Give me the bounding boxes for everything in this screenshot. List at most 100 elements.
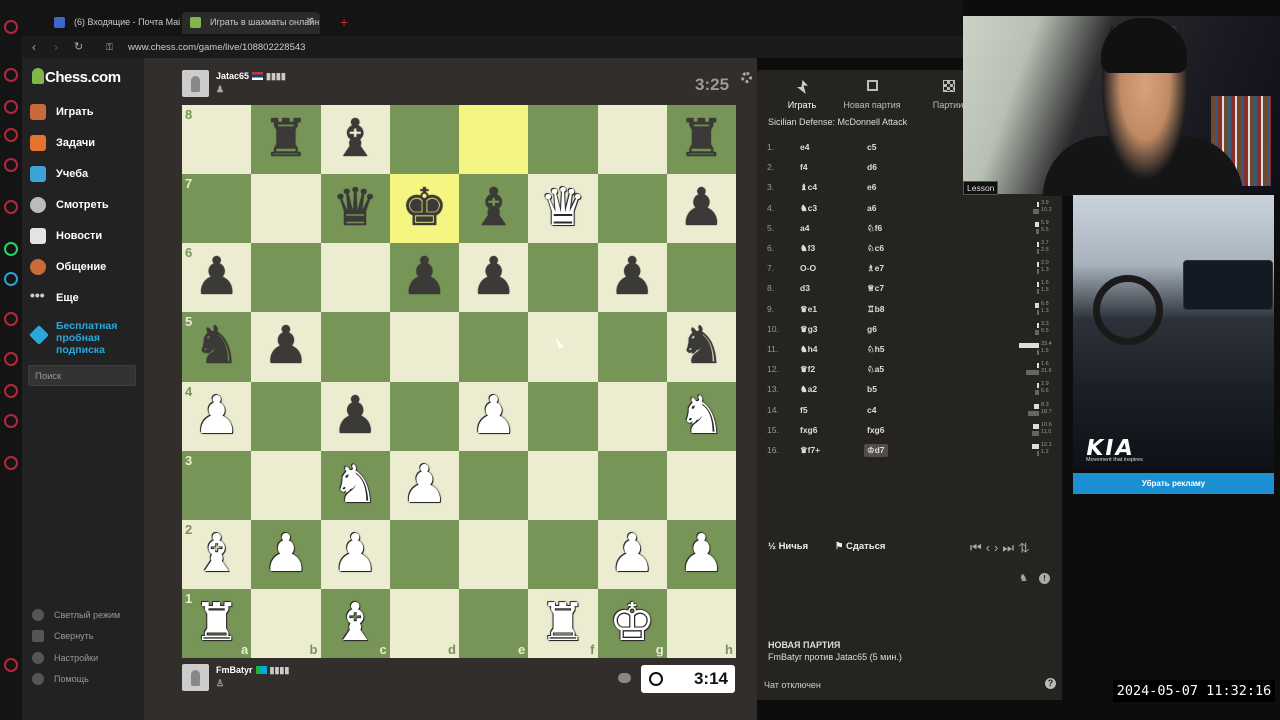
black-rook-piece[interactable]: ♜ — [667, 105, 736, 174]
tab-chess[interactable]: Играть в шахматы онлайн ✕ — [182, 12, 320, 34]
white-queen-piece[interactable]: ♛ — [528, 174, 597, 243]
white-bishop-piece[interactable]: ♝ — [321, 589, 390, 658]
square-g5[interactable] — [597, 312, 667, 382]
white-move[interactable]: ♞a2 — [800, 384, 817, 395]
black-queen-piece[interactable]: ♛ — [321, 174, 390, 243]
square-c5[interactable] — [320, 312, 390, 382]
square-g6[interactable]: ♟ — [597, 243, 667, 313]
white-pawn-piece[interactable]: ♟ — [321, 520, 390, 589]
square-d3[interactable]: ♟ — [389, 450, 459, 520]
black-pawn-piece[interactable]: ♟ — [459, 243, 528, 312]
top-player-name[interactable]: Jatac65 — [216, 71, 249, 81]
square-a8[interactable]: 8 — [182, 105, 252, 175]
white-pawn-piece[interactable]: ♟ — [459, 382, 528, 451]
white-move[interactable]: ♞f3 — [800, 243, 815, 254]
square-a3[interactable]: 3 — [182, 450, 252, 520]
draw-button[interactable]: ½ Ничья — [768, 541, 820, 552]
square-a6[interactable]: 6 ♟ — [182, 243, 252, 313]
nav-social[interactable]: Общение — [30, 257, 106, 277]
url-field[interactable]: www.chess.com/game/live/108802228543 — [128, 42, 305, 53]
nav-play[interactable]: Играть — [30, 102, 93, 122]
square-a7[interactable]: 7 — [182, 174, 252, 244]
nav-watch[interactable]: Смотреть — [30, 195, 109, 215]
sidebar-app-icon[interactable] — [4, 658, 18, 672]
black-pawn-piece[interactable]: ♟ — [182, 243, 251, 312]
square-h4[interactable]: ♞ — [666, 381, 736, 451]
free-trial-link[interactable]: Бесплатная пробная подписка — [56, 320, 136, 356]
square-c8[interactable]: ♝ — [320, 105, 390, 175]
square-c3[interactable]: ♞ — [320, 450, 390, 520]
white-move[interactable]: e4 — [800, 142, 809, 152]
black-move[interactable]: ♕c7 — [867, 283, 884, 294]
avatar[interactable] — [182, 70, 209, 97]
square-d5[interactable] — [389, 312, 459, 382]
white-move[interactable]: ♞h4 — [800, 344, 818, 355]
white-move[interactable]: d3 — [800, 283, 810, 293]
white-move[interactable]: ♞c3 — [800, 203, 817, 214]
nav-puzzles[interactable]: Задачи — [30, 133, 95, 153]
square-f2[interactable] — [528, 519, 598, 589]
white-rook-piece[interactable]: ♜ — [528, 589, 597, 658]
white-move[interactable]: f5 — [800, 405, 808, 415]
square-h7[interactable]: ♟ — [666, 174, 736, 244]
square-b5[interactable]: ♟ — [251, 312, 321, 382]
square-f1[interactable]: f ♜ — [528, 588, 598, 658]
sidebar-app-icon[interactable] — [4, 68, 18, 82]
black-pawn-piece[interactable]: ♟ — [251, 312, 320, 381]
black-rook-piece[interactable]: ♜ — [251, 105, 320, 174]
sidebar-app-icon[interactable] — [4, 20, 18, 34]
black-move[interactable]: ♘c6 — [867, 243, 884, 254]
square-c6[interactable] — [320, 243, 390, 313]
white-move[interactable]: ♛f2 — [800, 364, 815, 375]
square-h2[interactable]: ♟ — [666, 519, 736, 589]
square-c2[interactable]: ♟ — [320, 519, 390, 589]
sidebar-app-icon[interactable] — [4, 414, 18, 428]
black-bishop-piece[interactable]: ♝ — [321, 105, 390, 174]
ad-banner[interactable] — [1073, 195, 1274, 471]
analysis-icon[interactable]: ♞ — [1019, 573, 1028, 584]
white-rook-piece[interactable]: ♜ — [182, 589, 251, 658]
square-g3[interactable] — [597, 450, 667, 520]
square-g1[interactable]: g ♚ — [597, 588, 667, 658]
white-move[interactable]: ♛e1 — [800, 304, 817, 315]
nav-learn[interactable]: Учеба — [30, 164, 88, 184]
settings-button[interactable]: Настройки — [32, 651, 98, 665]
square-h6[interactable] — [666, 243, 736, 313]
white-pawn-piece[interactable]: ♟ — [182, 382, 251, 451]
square-f7[interactable]: ♛ — [528, 174, 598, 244]
black-move[interactable]: ♘f6 — [867, 223, 882, 234]
black-move[interactable]: d6 — [867, 162, 877, 172]
sidebar-app-icon[interactable] — [4, 158, 18, 172]
black-move[interactable]: ♔d7 — [864, 444, 888, 457]
square-e8[interactable] — [459, 105, 529, 175]
black-pawn-piece[interactable]: ♟ — [667, 174, 736, 243]
black-move[interactable]: g6 — [867, 324, 877, 334]
square-c4[interactable]: ♟ — [320, 381, 390, 451]
square-e7[interactable]: ♝ — [459, 174, 529, 244]
square-e6[interactable]: ♟ — [459, 243, 529, 313]
square-d8[interactable] — [389, 105, 459, 175]
sidebar-app-icon[interactable] — [4, 352, 18, 366]
move-nav[interactable]: ⏮‹›⏭⇅ — [970, 540, 1034, 556]
white-move[interactable]: ♛g3 — [800, 324, 818, 335]
light-mode-toggle[interactable]: Светлый режим — [32, 608, 120, 622]
square-b7[interactable] — [251, 174, 321, 244]
opening-name[interactable]: Sicilian Defense: McDonnell Attack — [768, 117, 907, 127]
back-icon[interactable]: ‹ — [32, 40, 36, 54]
black-move[interactable]: ♘a5 — [867, 364, 884, 375]
new-tab-icon[interactable]: + — [340, 14, 348, 30]
black-pawn-piece[interactable]: ♟ — [598, 243, 667, 312]
help-icon[interactable]: ? — [1045, 678, 1056, 689]
square-b3[interactable] — [251, 450, 321, 520]
square-d7[interactable]: ♚ — [389, 174, 459, 244]
tab-mail[interactable]: (6) Входящие - Почта Mai — [46, 12, 182, 34]
white-knight-piece[interactable]: ♞ — [667, 382, 736, 451]
square-g2[interactable]: ♟ — [597, 519, 667, 589]
square-b8[interactable]: ♜ — [251, 105, 321, 175]
white-bishop-piece[interactable]: ♝ — [182, 520, 251, 589]
black-move[interactable]: c4 — [867, 405, 876, 415]
square-f3[interactable] — [528, 450, 598, 520]
square-e4[interactable]: ♟ — [459, 381, 529, 451]
square-a4[interactable]: 4 ♟ — [182, 381, 252, 451]
help-button[interactable]: Помощь — [32, 672, 89, 686]
